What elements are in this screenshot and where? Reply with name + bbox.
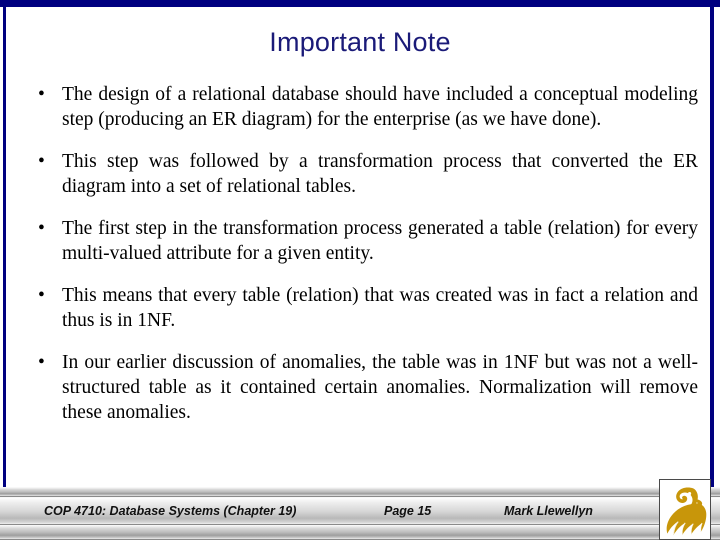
footer-band-bottom [0,525,720,540]
bullet-text: The design of a relational database shou… [62,84,698,130]
bullet-item: • The first step in the transformation p… [22,216,698,266]
slide-border-top [0,0,720,7]
slide-border-left [3,0,6,492]
bullet-marker-icon: • [38,151,45,172]
ucf-pegasus-logo-icon [659,479,711,540]
bullet-marker-icon: • [38,84,45,105]
bullet-marker-icon: • [38,352,45,373]
footer-band-top [0,487,720,497]
footer-author-label: Mark Llewellyn [504,504,593,518]
bullet-marker-icon: • [38,285,45,306]
footer-text-row: COP 4710: Database Systems (Chapter 19) … [0,497,660,525]
slide-body: • The design of a relational database sh… [22,82,698,425]
slide-title: Important Note [269,27,451,57]
bullet-text: In our earlier discussion of anomalies, … [62,352,698,423]
slide: Important Note • The design of a relatio… [0,0,720,540]
footer-course-label: COP 4710: Database Systems (Chapter 19) [44,504,297,518]
footer-page-number: Page 15 [384,504,432,518]
slide-footer: COP 4710: Database Systems (Chapter 19) … [0,487,720,540]
bullet-marker-icon: • [38,218,45,239]
slide-border-right [710,0,714,490]
bullet-item: • This means that every table (relation)… [22,283,698,333]
bullet-item: • In our earlier discussion of anomalies… [22,350,698,425]
bullet-text: The first step in the transformation pro… [62,218,698,264]
bullet-item: • This step was followed by a transforma… [22,149,698,199]
bullet-text: This step was followed by a transformati… [62,151,698,197]
bullet-text: This means that every table (relation) t… [62,285,698,331]
bullet-item: • The design of a relational database sh… [22,82,698,132]
